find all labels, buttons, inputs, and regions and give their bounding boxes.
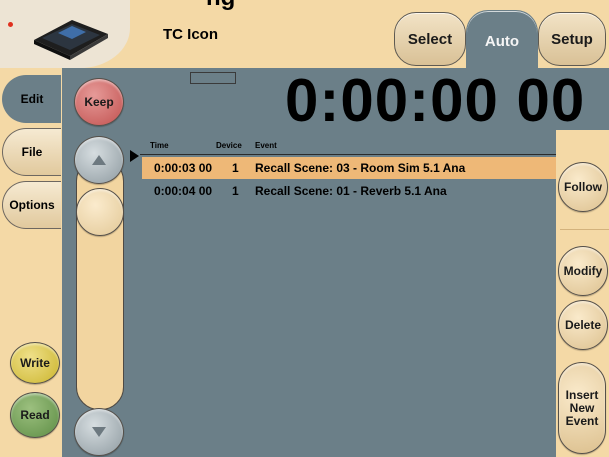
event-time: 0:00:03 00: [154, 161, 213, 175]
event-device: 1: [232, 161, 239, 175]
tab-auto[interactable]: Auto: [466, 10, 538, 71]
delete-button[interactable]: Delete: [558, 300, 608, 350]
keep-button[interactable]: Keep: [74, 78, 124, 126]
read-button[interactable]: Read: [10, 392, 60, 438]
play-position-icon: [130, 150, 139, 162]
list-item[interactable]: 0:00:04 00 1 Recall Scene: 01 - Reverb 5…: [142, 180, 556, 202]
follow-button[interactable]: Follow: [558, 162, 608, 212]
triangle-down-icon: [92, 427, 106, 437]
triangle-up-icon: [92, 155, 106, 165]
tab-file[interactable]: File: [2, 128, 61, 176]
event-description: Recall Scene: 01 - Reverb 5.1 Ana: [255, 184, 447, 198]
column-header-event: Event: [255, 141, 277, 150]
console-device-icon: [34, 20, 108, 60]
device-logo-area: [0, 0, 130, 68]
event-device: 1: [232, 184, 239, 198]
tab-edit[interactable]: Edit: [2, 75, 61, 123]
status-dot: [8, 22, 13, 27]
cropped-title-text: ng: [206, 0, 276, 12]
column-header-time: Time: [150, 141, 169, 150]
header-divider: [140, 154, 556, 155]
scroll-up-button[interactable]: [74, 136, 124, 184]
right-divider: [560, 229, 609, 230]
column-header-device: Device: [216, 141, 242, 150]
list-item[interactable]: 0:00:03 00 1 Recall Scene: 03 - Room Sim…: [142, 157, 556, 179]
write-button[interactable]: Write: [10, 342, 60, 384]
insert-new-event-button[interactable]: Insert New Event: [558, 362, 606, 454]
tab-setup[interactable]: Setup: [538, 12, 606, 66]
modify-button[interactable]: Modify: [558, 246, 608, 296]
scroll-thumb[interactable]: [76, 188, 124, 236]
timecode-indicator-box: [190, 72, 236, 84]
tab-options[interactable]: Options: [2, 181, 61, 229]
event-time: 0:00:04 00: [154, 184, 213, 198]
timecode-display: 0:00:00 00: [285, 67, 586, 134]
app-title: TC Icon: [163, 26, 218, 43]
event-description: Recall Scene: 03 - Room Sim 5.1 Ana: [255, 161, 466, 175]
scroll-down-button[interactable]: [74, 408, 124, 456]
tab-select[interactable]: Select: [394, 12, 466, 66]
